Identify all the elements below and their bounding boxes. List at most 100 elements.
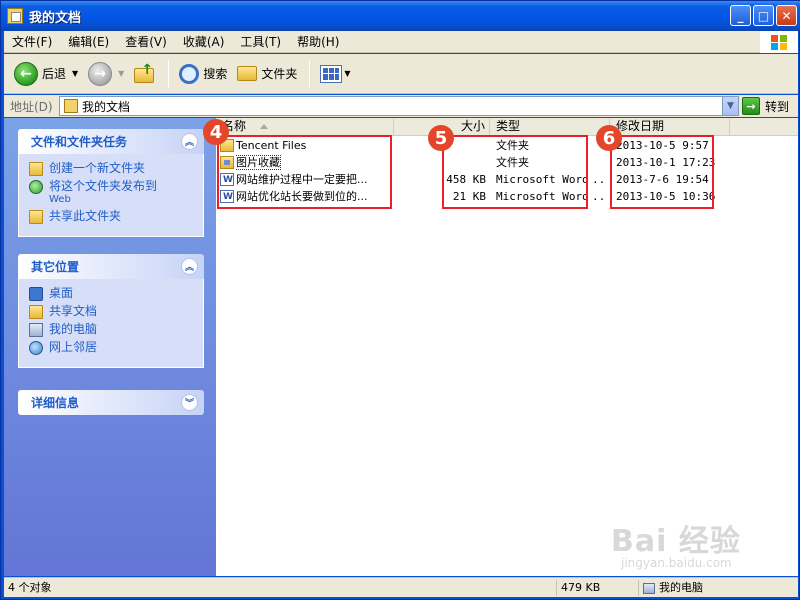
go-arrow-icon: → <box>742 97 760 115</box>
address-value: 我的文档 <box>82 99 131 114</box>
forward-dropdown-icon[interactable]: ▼ <box>118 69 124 78</box>
menu-tools[interactable]: 工具(T) <box>232 33 289 50</box>
other-places-title: 其它位置 <box>31 260 80 274</box>
column-header-modified[interactable]: 修改日期 <box>610 118 730 135</box>
annotation-badge-4: 4 <box>203 119 229 145</box>
desktop-icon <box>29 287 43 301</box>
views-icon <box>320 64 343 83</box>
collapse-icon[interactable]: ︽ <box>181 133 198 150</box>
annotation-badge-6: 6 <box>596 125 622 151</box>
menu-bar: 文件(F) 编辑(E) 查看(V) 收藏(A) 工具(T) 帮助(H) <box>4 31 798 53</box>
tasks-panel: 文件和文件夹任务 ︽ 创建一个新文件夹 将这个文件夹发布到 Web 共享此文件夹 <box>18 129 204 237</box>
forward-arrow-icon: → <box>88 61 113 86</box>
column-header-name[interactable]: 名称 <box>216 118 394 135</box>
minimize-button[interactable]: _ <box>730 5 751 26</box>
column-size-label: 大小 <box>460 119 485 133</box>
details-panel-header[interactable]: 详细信息 ︾ <box>18 390 204 415</box>
new-folder-label: 创建一个新文件夹 <box>49 161 146 175</box>
other-places-body: 桌面 共享文档 我的电脑 网上邻居 <box>18 279 204 368</box>
maximize-button[interactable]: □ <box>753 5 774 26</box>
details-panel: 详细信息 ︾ <box>18 390 204 415</box>
publish-web-link[interactable]: 将这个文件夹发布到 Web <box>29 180 203 206</box>
go-button[interactable]: → 转到 <box>742 96 789 116</box>
place-network-label: 网上邻居 <box>49 340 98 354</box>
back-button[interactable]: ← 后退 ▼ <box>10 57 82 91</box>
column-modified-label: 修改日期 <box>616 119 665 133</box>
forward-button[interactable]: → ▼ <box>84 57 128 91</box>
address-dropdown-icon[interactable]: ▼ <box>722 97 738 115</box>
status-location: 我的电脑 <box>638 580 796 596</box>
annotation-box-size-type <box>442 135 588 209</box>
place-my-computer-label: 我的电脑 <box>49 322 98 336</box>
search-button[interactable]: 搜索 <box>175 57 231 91</box>
status-bar: 4 个对象 479 KB 我的电脑 <box>4 577 798 597</box>
address-input[interactable]: 我的文档 ▼ <box>59 96 739 116</box>
tasks-panel-header[interactable]: 文件和文件夹任务 ︽ <box>18 129 204 154</box>
views-button[interactable]: ▼ <box>316 57 354 91</box>
type-truncation: ... <box>592 173 606 186</box>
menu-help[interactable]: 帮助(H) <box>289 33 347 50</box>
new-folder-icon <box>29 162 43 176</box>
place-shared-documents[interactable]: 共享文档 <box>29 305 203 319</box>
my-documents-icon <box>7 8 23 24</box>
my-computer-icon <box>643 582 655 594</box>
folders-label: 文件夹 <box>261 67 298 81</box>
annotation-box-modified <box>610 135 714 209</box>
new-folder-link[interactable]: 创建一个新文件夹 <box>29 162 203 176</box>
back-dropdown-icon[interactable]: ▼ <box>72 69 78 78</box>
back-label: 后退 <box>42 67 67 81</box>
annotation-badge-5: 5 <box>428 125 454 151</box>
place-my-computer[interactable]: 我的电脑 <box>29 323 203 337</box>
up-button[interactable]: ↑ <box>130 57 160 91</box>
share-folder-label: 共享此文件夹 <box>49 209 122 223</box>
file-list: 名称 大小 类型 修改日期 Tencent Files 文件夹 2013-10-… <box>203 118 798 576</box>
back-arrow-icon: ← <box>14 61 38 86</box>
address-bar: 地址(D) 我的文档 ▼ → 转到 <box>4 95 798 117</box>
toolbar-separator <box>168 59 170 88</box>
window-title: 我的文档 <box>29 10 82 26</box>
my-computer-icon <box>29 323 43 337</box>
tasks-panel-title: 文件和文件夹任务 <box>31 135 128 149</box>
sort-ascending-icon <box>259 124 268 129</box>
place-desktop[interactable]: 桌面 <box>29 287 203 301</box>
column-headers: 名称 大小 类型 修改日期 <box>216 118 798 136</box>
search-icon <box>179 63 200 84</box>
annotation-box-name <box>217 135 392 209</box>
publish-web-sub: Web <box>49 194 71 205</box>
column-header-type[interactable]: 类型 <box>490 118 610 135</box>
other-places-header[interactable]: 其它位置 ︽ <box>18 254 204 279</box>
status-object-count: 4 个对象 <box>8 581 52 594</box>
menu-favorites[interactable]: 收藏(A) <box>175 33 233 50</box>
close-button[interactable]: ✕ <box>776 5 797 26</box>
place-network[interactable]: 网上邻居 <box>29 341 203 355</box>
menu-view[interactable]: 查看(V) <box>117 33 175 50</box>
other-places-panel: 其它位置 ︽ 桌面 共享文档 我的电脑 网上邻居 <box>18 254 204 368</box>
details-panel-title: 详细信息 <box>31 396 80 410</box>
title-bar[interactable]: 我的文档 _ □ ✕ <box>1 1 800 31</box>
type-truncation: ... <box>592 190 606 203</box>
status-size: 479 KB <box>556 580 636 596</box>
expand-icon[interactable]: ︾ <box>181 394 198 411</box>
place-shared-documents-label: 共享文档 <box>49 304 98 318</box>
folders-icon <box>237 66 258 81</box>
explorer-window: 我的文档 _ □ ✕ 文件(F) 编辑(E) 查看(V) 收藏(A) 工具(T)… <box>0 0 800 600</box>
views-dropdown-icon: ▼ <box>344 69 351 78</box>
my-documents-icon <box>64 99 78 113</box>
publish-web-label: 将这个文件夹发布到 <box>49 179 158 193</box>
place-desktop-label: 桌面 <box>49 286 74 300</box>
network-places-icon <box>29 341 43 355</box>
address-label: 地址(D) <box>10 99 53 114</box>
windows-logo-icon <box>760 31 798 53</box>
menu-file[interactable]: 文件(F) <box>4 33 60 50</box>
search-label: 搜索 <box>203 67 228 81</box>
menu-edit[interactable]: 编辑(E) <box>60 33 117 50</box>
collapse-icon[interactable]: ︽ <box>181 258 198 275</box>
status-location-label: 我的电脑 <box>659 581 703 594</box>
share-folder-link[interactable]: 共享此文件夹 <box>29 210 203 224</box>
task-pane: 文件和文件夹任务 ︽ 创建一个新文件夹 将这个文件夹发布到 Web 共享此文件夹… <box>4 118 216 576</box>
share-folder-icon <box>29 210 43 224</box>
folders-button[interactable]: 文件夹 <box>233 57 301 91</box>
toolbar-separator <box>309 59 311 88</box>
tasks-panel-body: 创建一个新文件夹 将这个文件夹发布到 Web 共享此文件夹 <box>18 154 204 237</box>
watermark-url: jingyan.baidu.com <box>621 556 732 570</box>
